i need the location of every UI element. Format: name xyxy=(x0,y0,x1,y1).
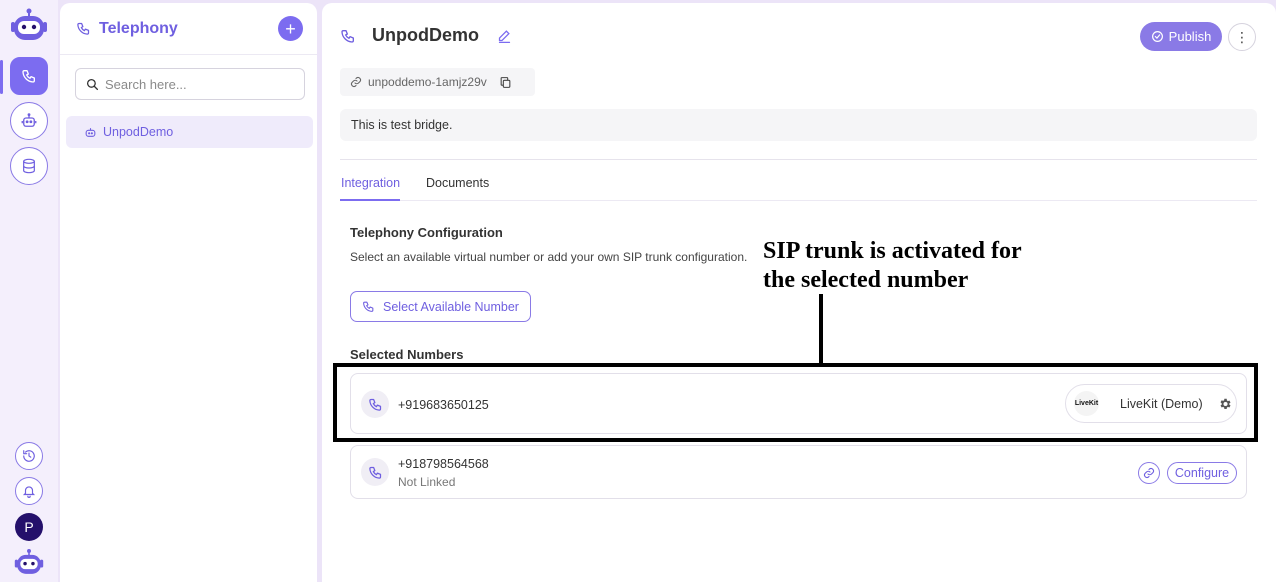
plus-icon: + xyxy=(285,18,296,39)
search-box xyxy=(75,68,305,100)
annotation-line xyxy=(819,294,823,363)
sidebar-header: Telephony + xyxy=(60,3,317,55)
pencil-icon xyxy=(498,30,511,43)
number-card: +918798564568 Not Linked Configure xyxy=(350,445,1247,499)
history-icon xyxy=(23,450,35,462)
more-vertical-icon: ⋮ xyxy=(1235,28,1249,45)
user-avatar[interactable]: P xyxy=(15,513,43,541)
tab-integration[interactable]: Integration xyxy=(341,176,400,190)
annotation-highlight-box xyxy=(333,363,1258,442)
search-icon xyxy=(86,78,99,90)
more-options-button[interactable]: ⋮ xyxy=(1228,23,1256,51)
link-status: Not Linked xyxy=(398,475,456,489)
telephony-config-description: Select an available virtual number or ad… xyxy=(350,250,748,264)
check-circle-icon xyxy=(1151,31,1163,42)
rail-notifications-button[interactable] xyxy=(15,477,43,505)
select-available-number-button[interactable]: Select Available Number xyxy=(350,291,531,322)
tab-documents[interactable]: Documents xyxy=(426,176,489,190)
telephony-config-title: Telephony Configuration xyxy=(350,225,503,240)
selected-numbers-title: Selected Numbers xyxy=(350,347,464,362)
tab-bar: Integration Documents xyxy=(340,171,1257,201)
bridge-description: This is test bridge. xyxy=(340,109,1257,141)
bell-icon xyxy=(22,486,36,498)
database-icon xyxy=(23,158,35,174)
rail-telephony-button[interactable] xyxy=(10,57,48,95)
sidebar-item-unpoddemo[interactable]: UnpodDemo xyxy=(66,116,313,148)
sidebar-item-label: UnpodDemo xyxy=(103,125,174,139)
robot-logo-icon[interactable] xyxy=(10,8,48,42)
active-tab-indicator xyxy=(340,199,400,201)
slug-text: unpoddemo-1amjz29v xyxy=(368,75,487,89)
page-header: UnpodDemo xyxy=(340,25,512,46)
bridge-slug: unpoddemo-1amjz29v xyxy=(340,68,535,96)
select-number-label: Select Available Number xyxy=(383,299,519,314)
phone-number: +918798564568 xyxy=(398,457,489,471)
publish-button[interactable]: Publish xyxy=(1140,22,1222,51)
rail-history-button[interactable] xyxy=(15,442,43,470)
divider xyxy=(340,159,1257,160)
edit-title-button[interactable] xyxy=(497,28,512,43)
robot-logo-icon[interactable] xyxy=(14,548,44,576)
link-number-button[interactable] xyxy=(1138,462,1160,484)
add-bridge-button[interactable]: + xyxy=(278,16,303,41)
sidebar: Telephony + UnpodDemo xyxy=(60,3,317,582)
link-icon xyxy=(1143,467,1155,479)
rail-agents-button[interactable] xyxy=(10,102,48,140)
phone-icon xyxy=(363,301,374,312)
sidebar-title: Telephony xyxy=(99,19,178,37)
phone-icon xyxy=(361,458,389,486)
icon-rail: P xyxy=(0,0,58,582)
robot-icon xyxy=(85,127,96,137)
phone-icon xyxy=(77,22,90,35)
publish-label: Publish xyxy=(1168,29,1212,44)
page-title: UnpodDemo xyxy=(372,25,479,45)
configure-button[interactable]: Configure xyxy=(1167,462,1237,484)
copy-icon[interactable] xyxy=(499,76,512,89)
annotation-text: SIP trunk is activated for the selected … xyxy=(763,238,1022,293)
rail-database-button[interactable] xyxy=(10,147,48,185)
search-input[interactable] xyxy=(105,76,295,92)
phone-icon xyxy=(341,29,354,43)
link-icon xyxy=(350,76,362,88)
active-indicator xyxy=(0,60,3,94)
robot-icon xyxy=(21,113,37,127)
phone-icon xyxy=(22,70,35,83)
